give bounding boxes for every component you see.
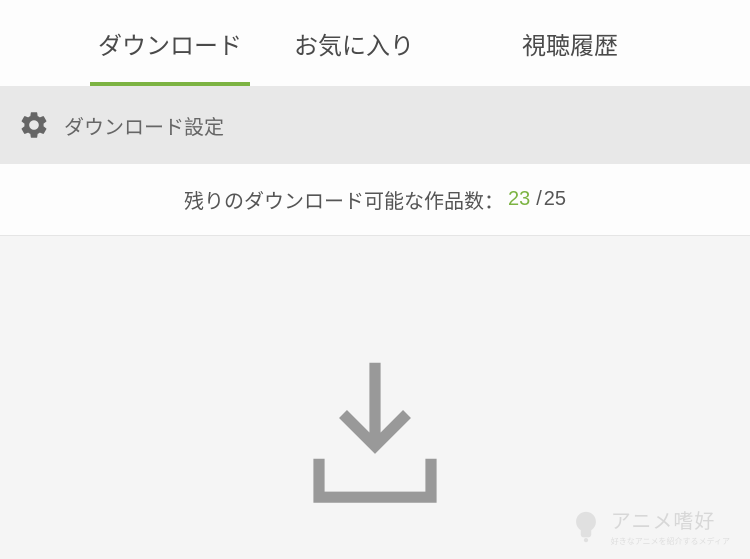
empty-download-area: アニメ嗜好 好きなアニメを紹介するメディア bbox=[0, 236, 750, 559]
watermark-logo-icon bbox=[569, 509, 603, 543]
watermark: アニメ嗜好 好きなアニメを紹介するメディア bbox=[569, 505, 730, 547]
download-quota-row: 残りのダウンロード可能な作品数： 23 / 25 bbox=[0, 164, 750, 236]
tab-download-label: ダウンロード bbox=[98, 26, 242, 61]
download-settings-label: ダウンロード設定 bbox=[64, 111, 224, 140]
download-icon bbox=[295, 350, 455, 510]
quota-max: 25 bbox=[544, 188, 566, 211]
gear-icon bbox=[18, 109, 50, 141]
tab-favorites-label: お気に入り bbox=[294, 26, 414, 61]
quota-current: 23 bbox=[508, 188, 530, 211]
tab-favorites[interactable]: お気に入り bbox=[286, 0, 422, 86]
tab-history[interactable]: 視聴履歴 bbox=[514, 0, 626, 86]
quota-label: 残りのダウンロード可能な作品数： bbox=[184, 185, 504, 214]
tab-download[interactable]: ダウンロード bbox=[90, 0, 250, 86]
watermark-text: アニメ嗜好 bbox=[611, 505, 730, 534]
tab-bar: ダウンロード お気に入り 視聴履歴 bbox=[0, 0, 750, 86]
watermark-subtext: 好きなアニメを紹介するメディア bbox=[611, 536, 730, 547]
tab-history-label: 視聴履歴 bbox=[522, 26, 618, 61]
download-settings-row[interactable]: ダウンロード設定 bbox=[0, 86, 750, 164]
quota-separator: / bbox=[536, 188, 542, 211]
